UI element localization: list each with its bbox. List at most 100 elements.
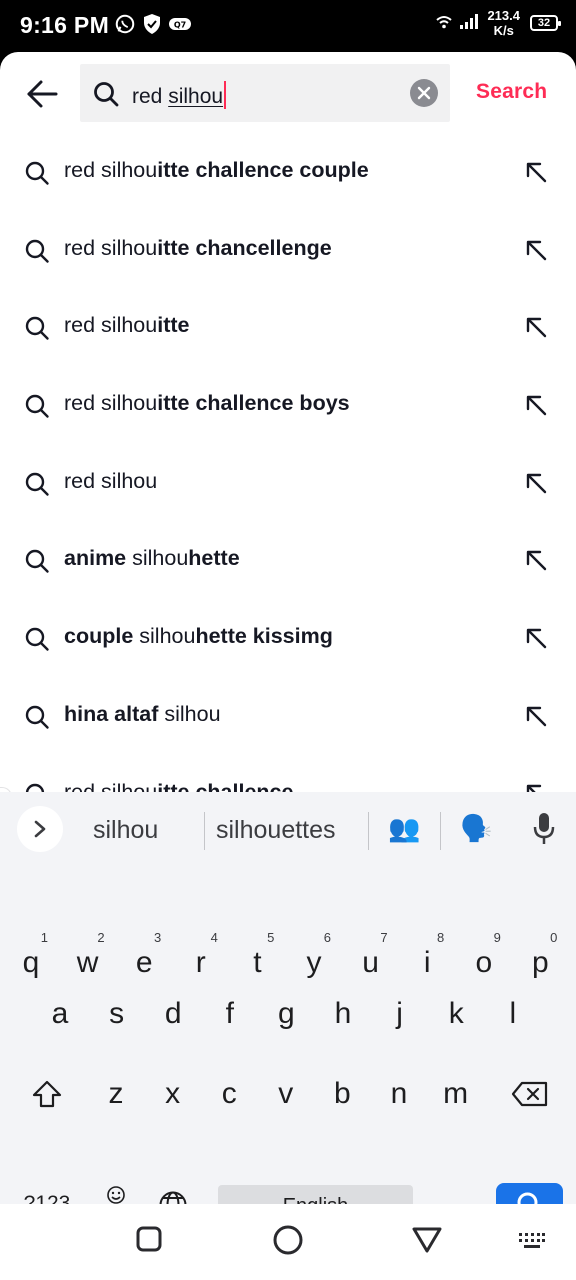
suggestion-item[interactable]: hina altaf silhou bbox=[0, 676, 576, 754]
key-n[interactable]: n bbox=[374, 1064, 424, 1124]
key-label: o bbox=[475, 946, 493, 979]
people-emoji-suggestion[interactable]: 👥 bbox=[388, 813, 420, 844]
key-label: d bbox=[164, 997, 182, 1030]
search-icon bbox=[24, 471, 50, 502]
search-header: red silhou Search bbox=[0, 64, 576, 124]
key-label: i bbox=[423, 946, 431, 979]
key-u[interactable]: 7u bbox=[346, 928, 396, 988]
suggestion-item[interactable]: red silhou bbox=[0, 443, 576, 521]
key-m[interactable]: m bbox=[431, 1064, 481, 1124]
network-speed: 213.4 K/s bbox=[487, 8, 520, 38]
keyboard-suggestion-2[interactable]: silhouettes bbox=[216, 816, 336, 845]
key-i[interactable]: 8i bbox=[402, 928, 452, 988]
key-h[interactable]: h bbox=[318, 984, 368, 1044]
suggestion-match: red silhou bbox=[64, 235, 158, 260]
arrow-up-left-icon[interactable] bbox=[524, 626, 548, 655]
key-label: a bbox=[51, 997, 69, 1030]
suggestion-item[interactable]: red silhouitte challence boys bbox=[0, 365, 576, 443]
key-y[interactable]: 6y bbox=[289, 928, 339, 988]
key-j[interactable]: j bbox=[375, 984, 425, 1044]
key-a[interactable]: a bbox=[35, 984, 85, 1044]
back-button[interactable] bbox=[22, 76, 62, 112]
arrow-up-left-icon[interactable] bbox=[524, 704, 548, 733]
key-r[interactable]: 4r bbox=[176, 928, 226, 988]
suggestion-text: red silhouitte challence couple bbox=[64, 158, 369, 183]
arrow-up-left-icon[interactable] bbox=[524, 471, 548, 500]
keyboard-icon bbox=[519, 1233, 545, 1248]
search-sheet: red silhou Search red silhouitte challen… bbox=[0, 52, 576, 1280]
key-t[interactable]: 5t bbox=[232, 928, 282, 988]
divider bbox=[204, 812, 205, 850]
suggestion-item[interactable]: red silhouitte challence couple bbox=[0, 132, 576, 210]
key-s[interactable]: s bbox=[92, 984, 142, 1044]
key-d[interactable]: d bbox=[148, 984, 198, 1044]
suggestion-match: red silhou bbox=[64, 158, 158, 182]
key-label: j bbox=[396, 997, 403, 1030]
speed-value: 213.4 bbox=[487, 8, 520, 23]
screen: 9:16 PM Q7 213.4 K/s 32 red silhou Searc… bbox=[0, 0, 576, 1280]
key-o[interactable]: 9o bbox=[459, 928, 509, 988]
suggestion-match: silhou bbox=[133, 624, 196, 649]
suggestion-completion: anime bbox=[64, 546, 127, 571]
suggestion-match: silhou bbox=[158, 701, 221, 726]
key-l[interactable]: l bbox=[488, 984, 538, 1044]
key-label: y bbox=[306, 946, 322, 979]
arrow-up-left-icon[interactable] bbox=[524, 238, 548, 267]
arrow-up-left-icon[interactable] bbox=[524, 548, 548, 577]
key-k[interactable]: k bbox=[431, 984, 481, 1044]
suggestion-match: red silhou bbox=[64, 391, 158, 416]
speaking-head-emoji-suggestion[interactable]: 🗣️ bbox=[460, 813, 492, 844]
arrow-left-icon bbox=[27, 80, 58, 108]
arrow-up-left-icon[interactable] bbox=[524, 160, 548, 189]
text-cursor bbox=[224, 81, 227, 109]
recents-button[interactable] bbox=[134, 1224, 164, 1259]
back-nav-button[interactable] bbox=[410, 1224, 444, 1259]
keyboard-suggestion-bar: silhou silhouettes 👥 🗣️ bbox=[0, 792, 576, 862]
suggestion-item[interactable]: anime silhouhette bbox=[0, 520, 576, 598]
keyboard-suggestion-1[interactable]: silhou bbox=[93, 816, 158, 845]
microphone-button[interactable] bbox=[532, 812, 556, 851]
suggestion-item[interactable]: red silhouitte bbox=[0, 287, 576, 365]
suggestion-completion: itte bbox=[157, 313, 190, 338]
key-hint: 2 bbox=[97, 930, 105, 945]
key-p[interactable]: 0p bbox=[515, 928, 565, 988]
key-f[interactable]: f bbox=[205, 984, 255, 1044]
home-button[interactable] bbox=[271, 1224, 305, 1261]
key-label: q bbox=[22, 946, 40, 979]
status-right-icons: 213.4 K/s 32 bbox=[435, 8, 561, 38]
search-icon bbox=[24, 160, 50, 191]
key-x[interactable]: x bbox=[148, 1064, 198, 1124]
search-button[interactable]: Search bbox=[476, 80, 547, 104]
key-c[interactable]: c bbox=[204, 1064, 254, 1124]
key-label: h bbox=[334, 997, 352, 1030]
soft-keyboard: silhou silhouettes 👥 🗣️ 1q2w3e4r5t6y7u8i… bbox=[0, 792, 576, 1227]
key-label: v bbox=[278, 1077, 294, 1110]
keyboard-expand-button[interactable] bbox=[17, 806, 63, 852]
status-bar: 9:16 PM Q7 213.4 K/s 32 bbox=[0, 0, 576, 52]
suggestion-item[interactable]: couple silhouhette kissimg bbox=[0, 598, 576, 676]
key-b[interactable]: b bbox=[317, 1064, 367, 1124]
key-label: p bbox=[532, 946, 549, 979]
suggestion-item[interactable]: red silhouitte chancellenge bbox=[0, 210, 576, 288]
arrow-up-left-icon[interactable] bbox=[524, 393, 548, 422]
search-input[interactable]: red silhou bbox=[132, 81, 227, 109]
search-icon bbox=[24, 238, 50, 269]
key-z[interactable]: z bbox=[91, 1064, 141, 1124]
clear-button[interactable] bbox=[410, 79, 438, 107]
key-q[interactable]: 1q bbox=[6, 928, 56, 988]
keyboard-toggle-button[interactable] bbox=[518, 1232, 546, 1255]
shift-key[interactable] bbox=[26, 1066, 68, 1122]
suggestion-completion: itte chancellenge bbox=[157, 235, 332, 260]
divider bbox=[440, 812, 441, 850]
arrow-up-left-icon[interactable] bbox=[524, 315, 548, 344]
key-label: e bbox=[135, 946, 153, 979]
key-label: m bbox=[443, 1077, 469, 1110]
suggestion-completion: couple bbox=[64, 624, 134, 649]
key-g[interactable]: g bbox=[261, 984, 311, 1044]
backspace-key[interactable] bbox=[506, 1066, 554, 1122]
key-label: k bbox=[448, 997, 464, 1030]
key-v[interactable]: v bbox=[261, 1064, 311, 1124]
search-field[interactable]: red silhou bbox=[80, 64, 450, 122]
key-w[interactable]: 2w bbox=[63, 928, 113, 988]
key-e[interactable]: 3e bbox=[119, 928, 169, 988]
